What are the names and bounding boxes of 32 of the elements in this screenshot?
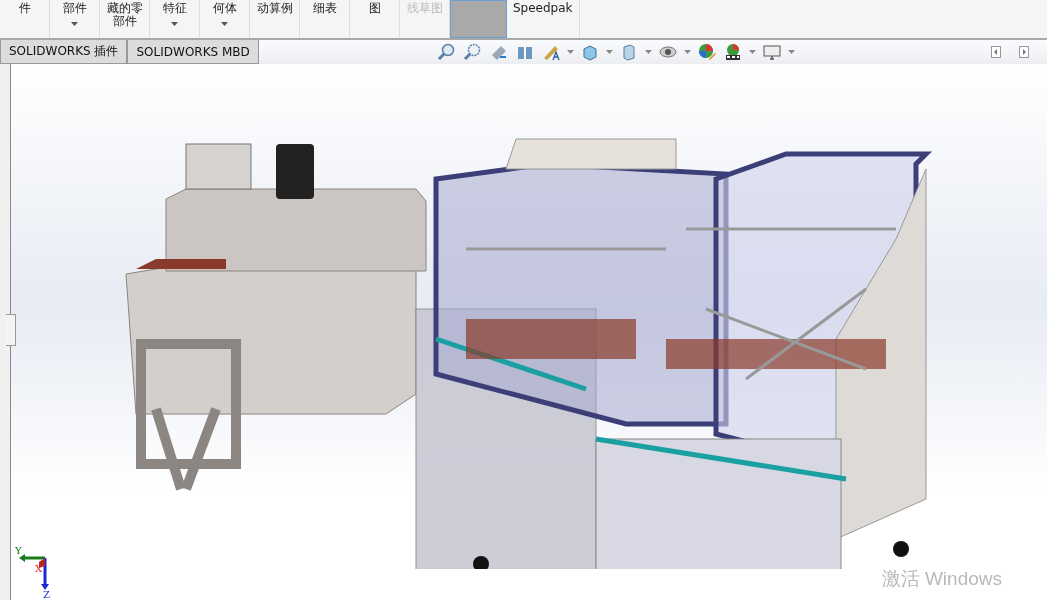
panel-left-icon[interactable] [989, 43, 1003, 61]
ribbon-button[interactable]: 动算例 [250, 0, 300, 38]
tab[interactable]: SOLIDWORKS MBD [127, 40, 259, 64]
caret-icon[interactable] [748, 50, 756, 54]
caret-icon [171, 22, 178, 26]
caret-icon [71, 22, 78, 26]
ribbon-button[interactable]: 何体 [200, 0, 250, 38]
caret-icon[interactable] [605, 50, 613, 54]
ribbon-button[interactable]: 件 [0, 0, 50, 38]
caret-icon[interactable] [787, 50, 795, 54]
tab[interactable]: SOLIDWORKS 插件 [0, 40, 128, 64]
zoom-to-fit-icon[interactable] [436, 43, 457, 61]
panel-right-icon[interactable] [1017, 43, 1031, 61]
axis-label: X [35, 564, 43, 574]
caret-icon[interactable] [644, 50, 652, 54]
caret-icon [221, 22, 228, 26]
caret-icon[interactable] [683, 50, 691, 54]
activation-watermark: 激活 Windows [881, 567, 1002, 591]
ribbon-button[interactable]: 藏的零部件 [100, 0, 150, 38]
appearance-edit-icon[interactable] [696, 43, 717, 61]
axis-label: Y [15, 546, 22, 556]
eye-icon[interactable] [657, 43, 678, 61]
ribbon-button[interactable]: Speedpak [507, 0, 580, 38]
caret-icon[interactable] [566, 50, 574, 54]
axis-label: Z [43, 590, 50, 600]
ribbon-button[interactable]: 特征 [150, 0, 200, 38]
ribbon-button[interactable]: 图 [350, 0, 400, 38]
monitor-icon[interactable] [761, 43, 782, 61]
ribbon-button[interactable]: 细表 [300, 0, 350, 38]
ribbon-button[interactable]: 部件 [50, 0, 100, 38]
zoom-to-area-icon[interactable] [462, 43, 483, 61]
panel-collapse-handle[interactable] [6, 314, 16, 346]
